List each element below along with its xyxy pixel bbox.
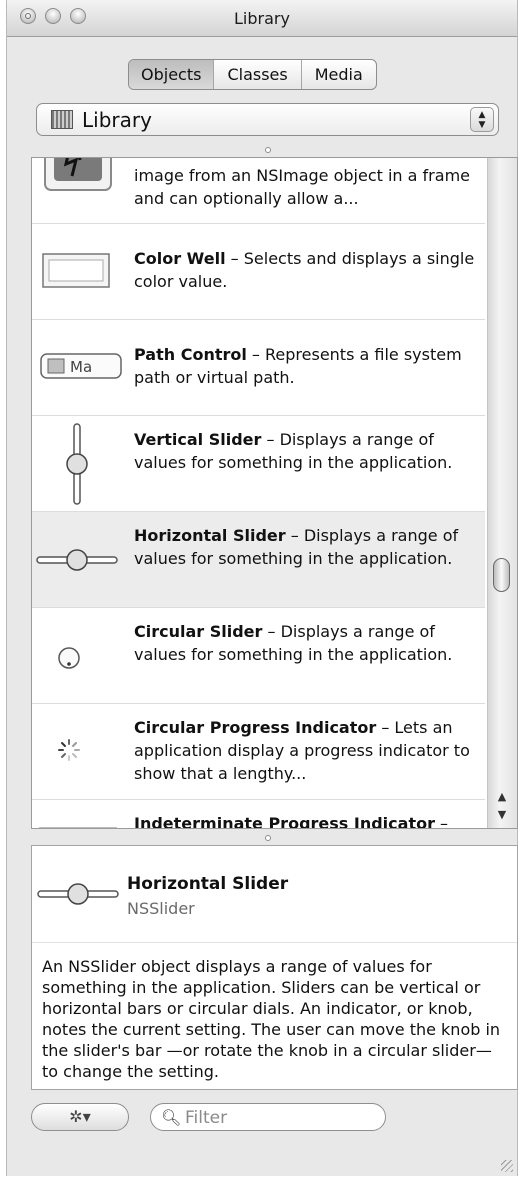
color-well-icon bbox=[32, 224, 132, 319]
item-description: Vertical Slider – Displays a range of va… bbox=[134, 428, 477, 474]
path-control-icon: Ma bbox=[32, 320, 132, 415]
item-name: Indeterminate Progress Indicator bbox=[134, 814, 435, 829]
action-menu-button[interactable]: ✲▾ bbox=[31, 1103, 129, 1131]
circular-progress-icon bbox=[32, 704, 132, 799]
list-item-color-well[interactable]: Color Well – Selects and displays a sing… bbox=[32, 224, 485, 320]
popup-arrows-icon: ▲ ▼ bbox=[470, 107, 494, 132]
list-scrollbar[interactable]: ▲ ▼ bbox=[487, 158, 517, 828]
list-item-indeterminate-progress[interactable]: Indeterminate Progress Indicator – bbox=[32, 800, 485, 829]
horizontal-slider-icon bbox=[32, 512, 132, 607]
detail-class-name: NSSlider bbox=[127, 899, 195, 918]
item-name: Circular Slider bbox=[134, 622, 263, 641]
item-description: image from an NSImage object in a frame … bbox=[134, 166, 470, 208]
item-name: Color Well bbox=[134, 249, 226, 268]
item-text: – bbox=[434, 814, 449, 829]
title-bar: Library bbox=[7, 0, 517, 37]
item-description: Horizontal Slider – Displays a range of … bbox=[134, 524, 477, 570]
library-icon bbox=[51, 110, 73, 129]
vertical-slider-icon bbox=[32, 416, 132, 511]
popup-label: Library bbox=[82, 108, 152, 132]
library-popup[interactable]: Library ▲ ▼ bbox=[36, 103, 499, 136]
item-name: Circular Progress Indicator bbox=[134, 718, 377, 737]
filter-field[interactable]: 🔍︎ bbox=[150, 1103, 386, 1131]
item-description: Indeterminate Progress Indicator – bbox=[134, 812, 477, 829]
image-well-icon bbox=[32, 158, 132, 223]
item-description: Circular Progress Indicator – Lets an ap… bbox=[134, 716, 477, 785]
item-description: Circular Slider – Displays a range of va… bbox=[134, 620, 477, 666]
tab-classes[interactable]: Classes bbox=[213, 60, 300, 89]
library-tabs: Objects Classes Media bbox=[128, 59, 377, 90]
list-item-circular-slider[interactable]: Circular Slider – Displays a range of va… bbox=[32, 608, 485, 704]
item-description: Color Well – Selects and displays a sing… bbox=[134, 247, 477, 293]
scroll-knob[interactable] bbox=[493, 558, 510, 592]
list-item-image-well[interactable]: image from an NSImage object in a frame … bbox=[32, 158, 485, 224]
list-rows: image from an NSImage object in a frame … bbox=[32, 158, 485, 829]
detail-splitter-handle[interactable] bbox=[265, 835, 271, 841]
filter-input[interactable] bbox=[183, 1106, 377, 1130]
list-item-circular-progress[interactable]: Circular Progress Indicator – Lets an ap… bbox=[32, 704, 485, 800]
path-control-text: Ma bbox=[70, 358, 92, 376]
list-item-path-control[interactable]: Ma Path Control – Represents a file syst… bbox=[32, 320, 485, 416]
objects-list[interactable]: image from an NSImage object in a frame … bbox=[31, 157, 518, 829]
library-window: Library Objects Classes Media Library ▲ ▼… bbox=[6, 0, 518, 1176]
tab-media[interactable]: Media bbox=[300, 60, 376, 89]
tab-objects[interactable]: Objects bbox=[129, 60, 214, 89]
list-item-horizontal-slider[interactable]: Horizontal Slider – Displays a range of … bbox=[32, 512, 485, 608]
resize-grip-icon[interactable] bbox=[501, 1160, 513, 1172]
horizontal-slider-icon bbox=[37, 883, 119, 905]
list-item-vertical-slider[interactable]: Vertical Slider – Displays a range of va… bbox=[32, 416, 485, 512]
detail-title: Horizontal Slider bbox=[127, 874, 289, 894]
detail-description: An NSSlider object displays a range of v… bbox=[42, 957, 501, 1081]
item-name: Path Control bbox=[134, 345, 247, 364]
item-name: Horizontal Slider bbox=[134, 526, 286, 545]
detail-pane: Horizontal Slider NSSlider An NSSlider o… bbox=[31, 845, 518, 1090]
scroll-up-arrow-icon[interactable]: ▲ bbox=[491, 790, 513, 808]
scroll-down-arrow-icon[interactable]: ▼ bbox=[491, 808, 513, 826]
gear-icon: ✲▾ bbox=[69, 1107, 91, 1126]
splitter-handle[interactable] bbox=[265, 147, 271, 153]
circular-slider-icon bbox=[32, 608, 132, 703]
detail-header: Horizontal Slider NSSlider bbox=[32, 846, 517, 943]
window-title: Library bbox=[234, 9, 290, 28]
item-description: Path Control – Represents a file system … bbox=[134, 343, 477, 389]
search-icon: 🔍︎ bbox=[161, 1108, 182, 1127]
indeterminate-progress-icon bbox=[32, 800, 132, 828]
item-name: Vertical Slider bbox=[134, 430, 262, 449]
